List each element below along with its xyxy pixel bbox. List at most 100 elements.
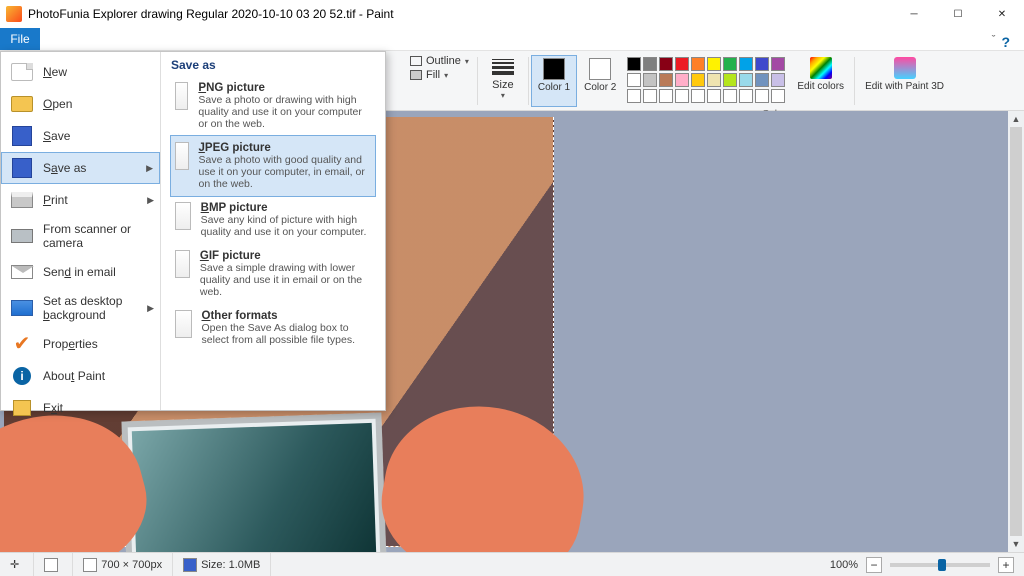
- palette-swatch[interactable]: [771, 89, 785, 103]
- saveas-option-desc: Save any kind of picture with high quali…: [201, 214, 367, 238]
- file-menu-item-save[interactable]: Save: [1, 120, 160, 152]
- zoom-slider[interactable]: [890, 563, 990, 567]
- saveas-option-jpeg-picture[interactable]: JPEG pictureSave a photo with good quali…: [171, 136, 375, 196]
- disk-icon: [183, 558, 197, 572]
- close-button[interactable]: ✕: [980, 0, 1024, 28]
- image-hand-right: [371, 391, 597, 552]
- saveas-option-meta: Other formatsOpen the Save As dialog box…: [202, 310, 371, 346]
- color-1-label: Color 1: [538, 82, 570, 93]
- zoom-in-button[interactable]: +: [998, 557, 1014, 573]
- palette-swatch[interactable]: [627, 57, 641, 71]
- file-menu-item-new[interactable]: New: [1, 56, 160, 88]
- saveas-option-title: JPEG picture: [199, 142, 372, 154]
- file-menu-item-print[interactable]: Print▶: [1, 184, 160, 216]
- file-menu-item-save-as[interactable]: Save as▶: [1, 152, 160, 184]
- file-menu-item-send-in-email[interactable]: Send in email: [1, 256, 160, 288]
- color-palette[interactable]: [623, 55, 789, 107]
- file-menu-item-set-as-desktop-background[interactable]: Set as desktop background▶: [1, 288, 160, 328]
- file-menu-item-icon: [11, 126, 33, 146]
- palette-swatch[interactable]: [723, 57, 737, 71]
- file-menu-item-label: Open: [43, 97, 72, 111]
- palette-swatch[interactable]: [643, 89, 657, 103]
- size-label: Size: [492, 79, 513, 91]
- fill-button[interactable]: Fill ▾: [410, 69, 469, 81]
- scroll-thumb[interactable]: [1010, 127, 1022, 536]
- palette-swatch[interactable]: [755, 57, 769, 71]
- color-2-button[interactable]: Color 2: [577, 55, 623, 107]
- palette-swatch[interactable]: [707, 89, 721, 103]
- outline-button[interactable]: Outline ▾: [410, 55, 469, 67]
- palette-swatch[interactable]: [643, 73, 657, 87]
- file-menu-item-icon: [11, 62, 33, 82]
- palette-swatch[interactable]: [739, 89, 753, 103]
- file-menu-item-icon: [11, 398, 33, 418]
- palette-swatch[interactable]: [675, 73, 689, 87]
- edit-colors-button[interactable]: Edit colors: [789, 55, 852, 107]
- scroll-up-arrow[interactable]: ▲: [1008, 111, 1024, 127]
- palette-swatch[interactable]: [771, 57, 785, 71]
- file-menu-item-from-scanner-or-camera[interactable]: From scanner or camera: [1, 216, 160, 256]
- dimensions-icon: [83, 558, 97, 572]
- zoom-out-button[interactable]: −: [866, 557, 882, 573]
- file-menu-item-icon: i: [11, 366, 33, 386]
- edit-colors-label: Edit colors: [797, 81, 844, 92]
- palette-swatch[interactable]: [627, 73, 641, 87]
- palette-swatch[interactable]: [691, 89, 705, 103]
- palette-swatch[interactable]: [675, 57, 689, 71]
- palette-swatch[interactable]: [739, 73, 753, 87]
- palette-swatch[interactable]: [739, 57, 753, 71]
- file-menu-item-icon: [11, 262, 33, 282]
- saveas-option-bmp-picture[interactable]: BMP pictureSave any kind of picture with…: [171, 196, 375, 244]
- minimize-button[interactable]: ─: [892, 0, 936, 28]
- selection-icon: [44, 558, 58, 572]
- file-tab[interactable]: File: [0, 28, 40, 50]
- edit-with-paint3d-button[interactable]: Edit with Paint 3D: [857, 55, 952, 107]
- palette-swatch[interactable]: [707, 57, 721, 71]
- saveas-option-desc: Save a photo with good quality and use i…: [199, 154, 365, 190]
- palette-swatch[interactable]: [691, 73, 705, 87]
- file-menu-item-exit[interactable]: Exit: [1, 392, 160, 424]
- vertical-scrollbar[interactable]: ▲ ▼: [1008, 111, 1024, 552]
- palette-swatch[interactable]: [659, 89, 673, 103]
- color-1-button[interactable]: Color 1: [531, 55, 577, 107]
- ribbon-minimize-icon[interactable]: ˇ: [992, 34, 996, 46]
- palette-swatch[interactable]: [659, 73, 673, 87]
- file-menu-item-properties[interactable]: ✔Properties: [1, 328, 160, 360]
- shapes-outline-fill: Outline ▾ Fill ▾: [404, 55, 475, 110]
- saveas-option-title: BMP picture: [201, 202, 371, 214]
- palette-swatch[interactable]: [771, 73, 785, 87]
- size-button[interactable]: Size ▾: [486, 55, 520, 102]
- maximize-button[interactable]: ☐: [936, 0, 980, 28]
- palette-swatch[interactable]: [643, 57, 657, 71]
- palette-swatch[interactable]: [755, 73, 769, 87]
- palette-swatch[interactable]: [627, 89, 641, 103]
- file-menu-item-label: New: [43, 65, 67, 79]
- app-icon: [6, 6, 22, 22]
- file-menu-item-about-paint[interactable]: iAbout Paint: [1, 360, 160, 392]
- palette-swatch[interactable]: [723, 73, 737, 87]
- file-menu-item-label: From scanner or camera: [43, 222, 150, 250]
- help-icon[interactable]: ?: [1001, 34, 1010, 50]
- saveas-option-gif-picture[interactable]: GIF pictureSave a simple drawing with lo…: [171, 244, 375, 304]
- zoom-level: 100%: [830, 559, 858, 571]
- scroll-down-arrow[interactable]: ▼: [1008, 536, 1024, 552]
- palette-swatch[interactable]: [659, 57, 673, 71]
- outline-label: Outline: [426, 55, 461, 67]
- saveas-option-png-picture[interactable]: PNG pictureSave a photo or drawing with …: [171, 76, 375, 136]
- palette-swatch[interactable]: [707, 73, 721, 87]
- zoom-slider-knob[interactable]: [938, 559, 946, 571]
- palette-swatch[interactable]: [755, 89, 769, 103]
- image-dimensions: 700 × 700px: [73, 553, 173, 576]
- rainbow-icon: [810, 57, 832, 79]
- file-menu-item-icon: [11, 158, 33, 178]
- saveas-heading: Save as: [171, 58, 375, 72]
- palette-swatch[interactable]: [691, 57, 705, 71]
- saveas-option-other-formats[interactable]: Other formatsOpen the Save As dialog box…: [171, 304, 375, 352]
- palette-swatch[interactable]: [675, 89, 689, 103]
- saveas-option-icon: [175, 202, 191, 230]
- file-menu-item-open[interactable]: Open: [1, 88, 160, 120]
- color-2-swatch: [589, 58, 611, 80]
- saveas-option-title: Other formats: [202, 310, 371, 322]
- cursor-icon: ✛: [10, 558, 19, 571]
- palette-swatch[interactable]: [723, 89, 737, 103]
